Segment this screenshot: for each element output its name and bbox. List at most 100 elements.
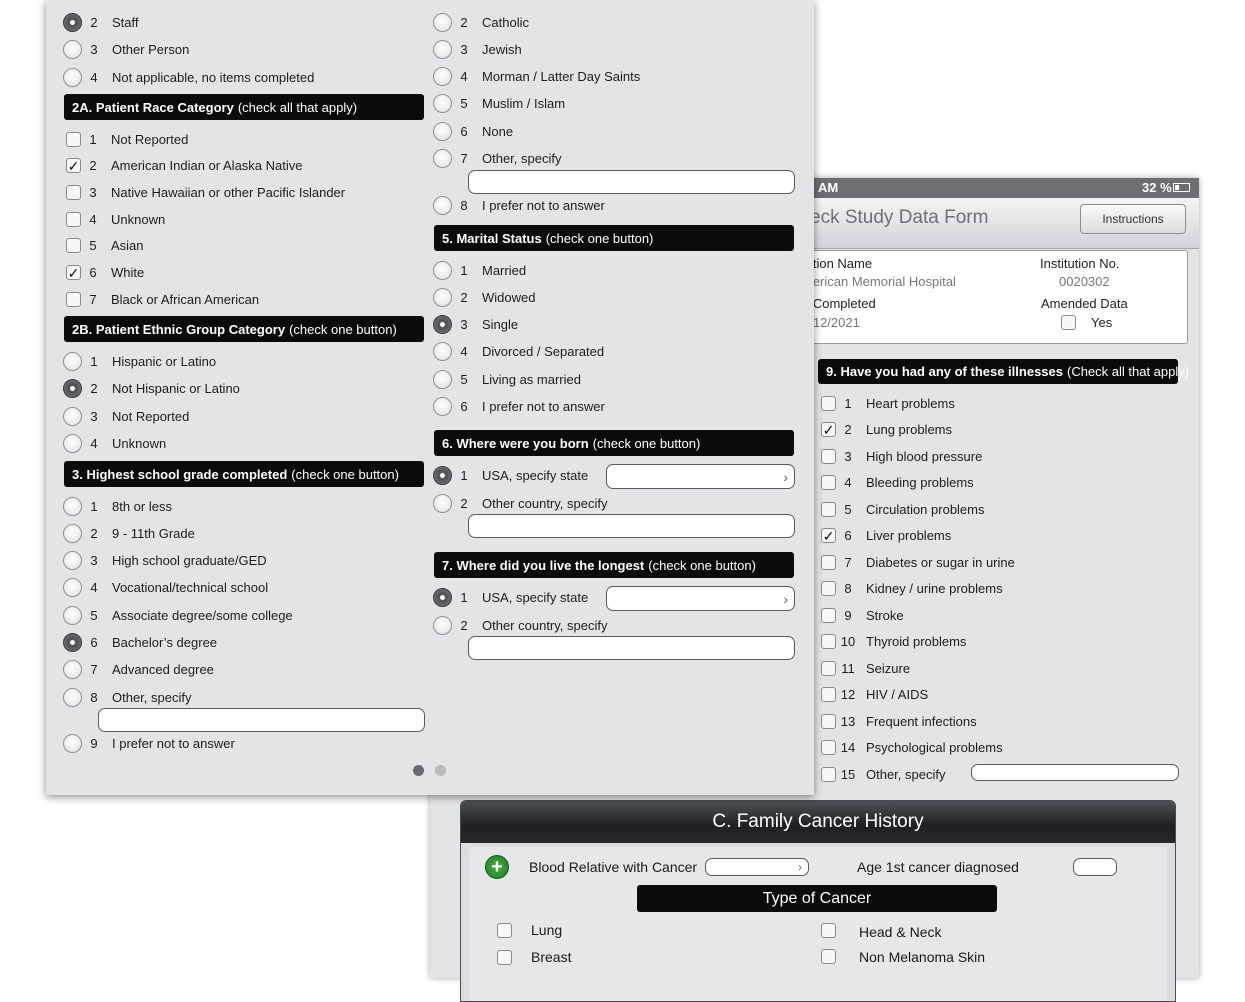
q2a-option-5[interactable]: 5 Asian xyxy=(66,236,144,256)
cancer-type-head-neck-checkbox[interactable] xyxy=(821,923,836,938)
q4-option-2-radio[interactable] xyxy=(433,12,452,32)
q2b-option-3[interactable]: 3 Not Reported xyxy=(63,406,189,426)
q5-option-3-radio[interactable] xyxy=(433,315,452,335)
q9-option-8-checkbox[interactable] xyxy=(821,581,836,596)
q3-option-3-radio[interactable] xyxy=(63,551,82,571)
q5-option-2[interactable]: 2 Widowed xyxy=(433,287,535,307)
q9-option-7-checkbox[interactable] xyxy=(821,554,836,570)
q2b-option-1[interactable]: 1 Hispanic or Latino xyxy=(63,351,216,371)
q6-option-1-radio[interactable] xyxy=(433,465,452,485)
q2b-option-3-radio[interactable] xyxy=(63,406,82,426)
q3-option-4-radio[interactable] xyxy=(63,578,82,598)
q3-option-7[interactable]: 7 Advanced degree xyxy=(63,660,214,680)
add-relative-icon[interactable]: + xyxy=(485,855,509,879)
q6-option-1[interactable]: 1 USA, specify state xyxy=(433,465,588,485)
q5-option-6[interactable]: 6I prefer not to answer xyxy=(433,397,605,417)
completed-by-option-4[interactable]: 4 Not applicable, no items completed xyxy=(63,67,314,87)
q4-option-7[interactable]: 7 Other, specify xyxy=(433,149,561,169)
cancer-type-skin-checkbox[interactable] xyxy=(821,949,836,964)
q2a-option-4[interactable]: 4 Unknown xyxy=(66,209,165,229)
q9-option-7[interactable]: 7 Diabetes or sugar in urine xyxy=(821,552,1015,572)
q9-option-4-checkbox[interactable] xyxy=(821,475,836,490)
q6-option-2[interactable]: 2 Other country, specify xyxy=(433,493,607,513)
q4-option-4[interactable]: 4 Morman / Latter Day Saints xyxy=(433,67,640,87)
q9-other-specify-field[interactable] xyxy=(971,764,1179,781)
q2a-option-7-checkbox[interactable] xyxy=(66,291,81,307)
q2a-option-1-checkbox[interactable] xyxy=(66,131,81,147)
cancer-type-breast-checkbox[interactable] xyxy=(497,950,512,965)
q3-option-5-radio[interactable] xyxy=(63,605,82,625)
completed-by-option-3[interactable]: 3 Other Person xyxy=(63,40,189,60)
q9-option-13[interactable]: 13 Frequent infections xyxy=(821,711,977,731)
q3-option-7-radio[interactable] xyxy=(63,660,82,680)
q9-option-11-checkbox[interactable] xyxy=(821,660,836,676)
q9-option-13-checkbox[interactable] xyxy=(821,713,836,729)
q2a-option-2-checkbox[interactable]: ✓ xyxy=(66,158,81,174)
q5-option-1[interactable]: 1 Married xyxy=(433,260,526,280)
q4-option-3[interactable]: 3 Jewish xyxy=(433,39,522,59)
q3-option-8[interactable]: 8 Other, specify xyxy=(63,687,191,707)
q4-option-8-radio[interactable] xyxy=(433,195,452,215)
q9-option-9-checkbox[interactable] xyxy=(821,607,836,623)
q3-option-2[interactable]: 29 - 11th Grade xyxy=(63,523,195,543)
q3-option-6-radio[interactable] xyxy=(63,633,82,652)
q4-option-4-radio[interactable] xyxy=(433,67,452,87)
q4-option-5-radio[interactable] xyxy=(433,94,452,114)
q6-option-2-radio[interactable] xyxy=(433,493,452,513)
q4-option-3-radio[interactable] xyxy=(433,39,452,59)
q9-option-8[interactable]: 8 Kidney / urine problems xyxy=(821,579,1003,599)
q3-option-9[interactable]: 9 I prefer not to answer xyxy=(63,733,235,753)
q9-option-5-checkbox[interactable] xyxy=(821,501,836,517)
q4-option-2[interactable]: 2 Catholic xyxy=(433,12,529,32)
q7-other-country-field[interactable] xyxy=(468,636,795,660)
q2a-option-7[interactable]: 7 Black or African American xyxy=(66,289,259,309)
q7-option-1-radio[interactable] xyxy=(433,587,452,607)
q4-option-6-radio[interactable] xyxy=(433,121,452,141)
completed-by-option-2[interactable]: 2 Staff xyxy=(63,12,139,32)
q2b-option-4[interactable]: 4 Unknown xyxy=(63,434,166,454)
q2a-option-5-checkbox[interactable] xyxy=(66,238,81,254)
q9-option-3[interactable]: 3 High blood pressure xyxy=(821,446,982,466)
q3-option-6[interactable]: 6 Bachelor’s degree xyxy=(63,633,217,653)
q5-option-4[interactable]: 4 Divorced / Separated xyxy=(433,342,604,362)
q3-option-5[interactable]: 5 Associate degree/some college xyxy=(63,605,293,625)
q2a-option-3[interactable]: 3 Native Hawaiian or other Pacific Island… xyxy=(66,182,345,202)
completed-by-option-4-radio[interactable] xyxy=(63,67,82,87)
q9-option-2-checkbox[interactable]: ✓ xyxy=(821,422,836,437)
q2b-option-1-radio[interactable] xyxy=(63,351,82,371)
q3-option-1[interactable]: 1 8th or less xyxy=(63,496,172,516)
cancer-type-lung-checkbox[interactable] xyxy=(497,923,512,938)
q6-state-picker[interactable]: › xyxy=(606,464,795,489)
page-dot-1[interactable] xyxy=(413,765,424,776)
q9-option-12-checkbox[interactable] xyxy=(821,687,836,702)
q2a-option-6-checkbox[interactable]: ✓ xyxy=(66,265,81,280)
q2a-option-1[interactable]: 1 Not Reported xyxy=(66,129,188,149)
q9-option-11[interactable]: 11 Seizure xyxy=(821,658,910,678)
q9-option-6-checkbox[interactable]: ✓ xyxy=(821,528,836,543)
q3-option-9-radio[interactable] xyxy=(63,733,82,753)
q7-option-2-radio[interactable] xyxy=(433,615,452,635)
completed-by-option-3-radio[interactable] xyxy=(63,40,82,59)
q5-option-4-radio[interactable] xyxy=(433,342,452,362)
q3-option-3[interactable]: 3 High school graduate/GED xyxy=(63,551,267,571)
q9-option-1[interactable]: 1 Heart problems xyxy=(821,393,955,413)
q9-option-12[interactable]: 12 HIV / AIDS xyxy=(821,685,928,705)
q5-option-1-radio[interactable] xyxy=(433,260,452,280)
q5-option-5-radio[interactable] xyxy=(433,369,452,389)
q9-option-10-checkbox[interactable] xyxy=(821,634,836,649)
q5-option-3[interactable]: 3 Single xyxy=(433,315,518,335)
q9-option-4[interactable]: 4 Bleeding problems xyxy=(821,473,974,493)
completed-by-option-2-radio[interactable] xyxy=(63,12,82,32)
q9-option-5[interactable]: 5 Circulation problems xyxy=(821,499,985,519)
q4-option-6[interactable]: 6 None xyxy=(433,121,513,141)
q7-option-1[interactable]: 1 USA, specify state xyxy=(433,587,588,607)
q9-option-9[interactable]: 9 Stroke xyxy=(821,605,904,625)
q3-option-2-radio[interactable] xyxy=(63,523,82,543)
q9-option-6[interactable]: ✓ 6 Liver problems xyxy=(821,526,951,546)
q9-option-14-checkbox[interactable] xyxy=(821,740,836,755)
q2a-option-3-checkbox[interactable] xyxy=(66,184,81,200)
q3-option-1-radio[interactable] xyxy=(63,496,82,516)
q4-option-7-radio[interactable] xyxy=(433,149,452,168)
q9-option-1-checkbox[interactable] xyxy=(821,395,836,411)
q2b-option-2-radio[interactable] xyxy=(63,379,82,398)
